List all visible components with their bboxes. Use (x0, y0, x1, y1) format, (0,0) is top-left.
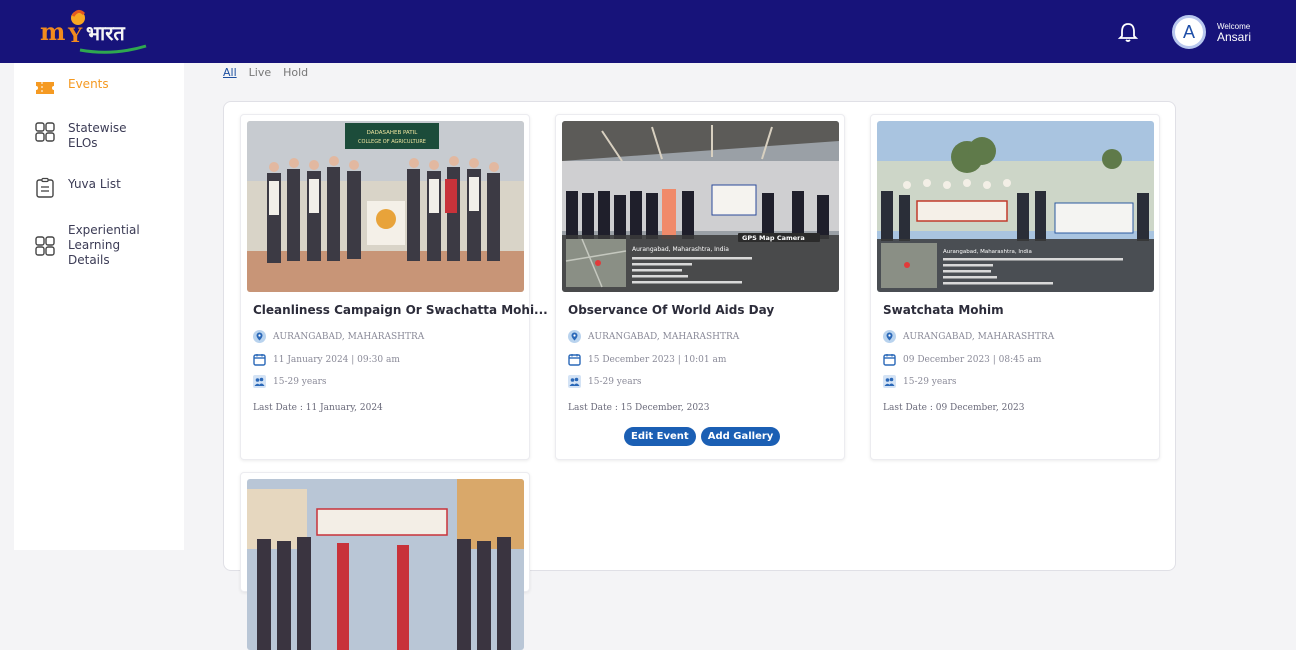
event-last-date: Last Date : 11 January, 2024 (253, 403, 383, 413)
event-title[interactable]: Cleanliness Campaign Or Swachatta Mohi..… (253, 303, 548, 317)
svg-text:COLLEGE OF AGRICULTURE: COLLEGE OF AGRICULTURE (358, 139, 426, 145)
event-location-text: AURANGABAD, MAHARASHTRA (588, 331, 740, 342)
avatar-initial: A (1182, 21, 1195, 42)
clipboard-icon (36, 177, 54, 198)
event-datetime-text: 15 December 2023 | 10:01 am (588, 354, 727, 365)
sidebar: Events Statewise ELOs Yuva List Experien… (14, 63, 184, 550)
top-navbar: m Y भारत A Welcome Ansari (0, 0, 1296, 63)
event-photo[interactable]: DADASAHEB PATIL COLLEGE OF AGRICULTURE (247, 121, 524, 292)
user-name: Ansari (1217, 30, 1252, 44)
event-last-date: Last Date : 09 December, 2023 (883, 403, 1025, 413)
sidebar-item-yuva-list[interactable]: Yuva List (34, 177, 148, 199)
svg-text:DADASAHEB PATIL: DADASAHEB PATIL (367, 130, 419, 136)
svg-text:भारत: भारत (86, 21, 126, 45)
event-photo[interactable] (247, 479, 524, 650)
event-card[interactable]: DADASAHEB PATIL COLLEGE OF AGRICULTURE C… (240, 114, 548, 460)
event-card[interactable] (240, 472, 530, 650)
user-avatar[interactable]: A (1172, 15, 1206, 49)
event-datetime: 09 December 2023 | 08:45 am (883, 353, 1041, 366)
edit-event-button[interactable]: Edit Event (624, 427, 696, 446)
svg-text:Y: Y (67, 23, 83, 47)
event-age-group: 15-29 years (253, 375, 327, 388)
grid-icon (35, 122, 55, 142)
sidebar-item-label: Statewise ELOs (68, 121, 127, 150)
sidebar-item-label: Yuva List (68, 177, 121, 191)
event-location: AURANGABAD, MAHARASHTRA (568, 330, 739, 343)
photo-caption: Aurangabad, Maharashtra, India (632, 246, 729, 253)
event-age-group: 15-29 years (568, 375, 642, 388)
event-age-text: 15-29 years (273, 376, 327, 387)
event-filter-tabs: All Live Hold (223, 66, 308, 79)
event-photo[interactable]: GPS Map Camera Aurangabad, Maharashtra, … (562, 121, 839, 292)
event-datetime-text: 09 December 2023 | 08:45 am (903, 354, 1042, 365)
people-icon (883, 375, 896, 388)
tab-live[interactable]: Live (249, 66, 271, 79)
event-photo[interactable]: Aurangabad, Maharashtra, India (877, 121, 1154, 292)
sidebar-item-label: Events (68, 77, 109, 91)
tab-all[interactable]: All (223, 66, 237, 79)
sidebar-item-label: Experiential Learning Details (68, 223, 140, 267)
event-datetime-text: 11 January 2024 | 09:30 am (273, 354, 400, 365)
location-pin-icon (883, 330, 896, 343)
event-card[interactable]: GPS Map Camera Aurangabad, Maharashtra, … (555, 114, 845, 460)
calendar-icon (253, 354, 266, 366)
events-grid: DADASAHEB PATIL COLLEGE OF AGRICULTURE C… (223, 101, 1176, 650)
grid-icon (35, 236, 55, 256)
event-actions: Edit Event Add Gallery (624, 427, 781, 446)
event-age-group: 15-29 years (883, 375, 957, 388)
event-location: AURANGABAD, MAHARASHTRA (253, 330, 424, 343)
sidebar-item-events[interactable]: Events (34, 77, 148, 99)
people-icon (568, 375, 581, 388)
event-age-text: 15-29 years (588, 376, 642, 387)
event-title[interactable]: Observance Of World Aids Day (568, 303, 774, 317)
gps-camera-label: GPS Map Camera (742, 234, 805, 242)
event-location: AURANGABAD, MAHARASHTRA (883, 330, 1054, 343)
calendar-icon (568, 354, 581, 366)
tab-hold[interactable]: Hold (283, 66, 308, 79)
location-pin-icon (253, 330, 266, 343)
calendar-icon (883, 354, 896, 366)
notification-bell-icon[interactable] (1114, 18, 1142, 46)
add-gallery-button[interactable]: Add Gallery (700, 427, 781, 446)
location-pin-icon (568, 330, 581, 343)
event-last-date: Last Date : 15 December, 2023 (568, 403, 710, 413)
svg-text:m: m (40, 17, 65, 46)
event-location-text: AURANGABAD, MAHARASHTRA (903, 331, 1055, 342)
event-datetime: 11 January 2024 | 09:30 am (253, 353, 400, 366)
photo-caption: Aurangabad, Maharashtra, India (943, 249, 1032, 255)
event-location-text: AURANGABAD, MAHARASHTRA (273, 331, 425, 342)
people-icon (253, 375, 266, 388)
sidebar-item-experiential-learning[interactable]: Experiential Learning Details (34, 223, 148, 268)
event-datetime: 15 December 2023 | 10:01 am (568, 353, 726, 366)
event-age-text: 15-29 years (903, 376, 957, 387)
ticket-icon (36, 82, 54, 94)
event-title[interactable]: Swatchata Mohim (883, 303, 1004, 317)
my-bharat-logo[interactable]: m Y भारत (18, 6, 168, 58)
sidebar-item-statewise-elos[interactable]: Statewise ELOs (34, 121, 148, 151)
welcome-user[interactable]: Welcome Ansari (1217, 22, 1251, 43)
event-card[interactable]: Aurangabad, Maharashtra, India Swatchata… (870, 114, 1160, 460)
